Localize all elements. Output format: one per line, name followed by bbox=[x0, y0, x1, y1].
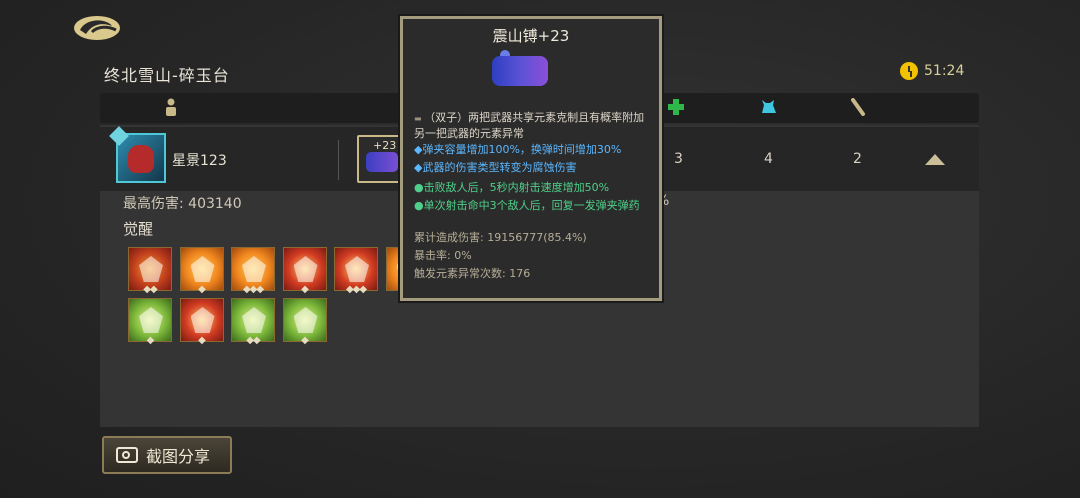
timer-value: 51:24 bbox=[924, 63, 965, 79]
skill-glyph-icon bbox=[190, 256, 215, 282]
skill-glyph-icon bbox=[242, 307, 266, 333]
stage-title: 终北雪山-碎玉台 bbox=[104, 66, 230, 85]
skill-level-diamonds: ◆◆◆ bbox=[345, 284, 367, 295]
skill-level-diamonds: ◆◆◆ bbox=[242, 284, 264, 295]
awaken-skill-icon[interactable]: ◆◆◆ bbox=[231, 247, 275, 295]
player-name: 星景123 bbox=[172, 153, 227, 169]
stat-heal-value: 3 bbox=[674, 151, 683, 167]
skill-level-diamonds: ◆ bbox=[198, 335, 206, 346]
tooltip-line: ●单次射击命中3个敌人后，回复一发弹夹弹药 bbox=[414, 198, 650, 213]
camera-icon bbox=[116, 447, 138, 463]
tooltip-line-text: 累计造成伤害: 19156777(85.4%) bbox=[414, 231, 587, 244]
tooltip-line-text: ●单次射击命中3个敌人后，回复一发弹夹弹药 bbox=[414, 199, 640, 212]
skill-level-diamonds: ◆ bbox=[146, 335, 155, 346]
awaken-skill-icon[interactable]: ◆◆ bbox=[128, 247, 172, 295]
awaken-skill-icon[interactable]: ◆◆ bbox=[231, 298, 275, 346]
awaken-skill-icon[interactable]: ◆ bbox=[282, 298, 327, 346]
skill-glyph-icon bbox=[139, 307, 163, 333]
awaken-skill-icon[interactable]: ◆ bbox=[128, 298, 172, 346]
skill-level-diamonds: ◆◆ bbox=[143, 284, 157, 295]
max-damage: 最高伤害: 403140 bbox=[123, 196, 242, 212]
tooltip-line: 触发元素异常次数: 176 bbox=[414, 266, 650, 281]
tooltip-line-text: ◆武器的伤害类型转变为腐蚀伤害 bbox=[414, 161, 577, 174]
player-icon bbox=[166, 98, 176, 116]
tooltip-line-text: 暴击率: 0% bbox=[414, 249, 472, 262]
skill-level-diamonds: ◆ bbox=[301, 335, 309, 346]
tooltip-line-text: 触发元素异常次数: 176 bbox=[414, 267, 531, 280]
tooltip-title: 震山镈+23 bbox=[492, 27, 570, 45]
bullet-icon: ▬ bbox=[414, 114, 425, 123]
collapse-arrow-icon[interactable] bbox=[925, 154, 945, 165]
tooltip-line: ◆武器的伤害类型转变为腐蚀伤害 bbox=[414, 160, 650, 175]
weapon-level: +23 bbox=[373, 139, 397, 152]
awaken-skill-icon[interactable]: ◆ bbox=[282, 247, 327, 295]
screenshot-share-button[interactable]: 截图分享 bbox=[102, 436, 232, 474]
tooltip-line-text: ◆弹夹容量增加100%，换弹时间增加30% bbox=[414, 143, 622, 156]
tooltip-line: 暴击率: 0% bbox=[414, 248, 650, 263]
weapon-large-icon bbox=[492, 56, 548, 86]
skill-level-diamonds: ◆ bbox=[198, 284, 206, 295]
timer: 51:24 bbox=[900, 62, 964, 80]
tooltip-line-text: ●击败敌人后，5秒内射击速度增加50% bbox=[414, 181, 610, 194]
skill-glyph-icon bbox=[345, 256, 369, 282]
tooltip-line: ●击败敌人后，5秒内射击速度增加50% bbox=[414, 180, 650, 195]
skill-level-diamonds: ◆ bbox=[301, 284, 309, 295]
skill-glyph-icon bbox=[293, 256, 318, 282]
clock-icon bbox=[900, 62, 918, 80]
skill-glyph-icon bbox=[293, 307, 318, 333]
awaken-skill-icon[interactable]: ◆◆◆ bbox=[334, 247, 378, 295]
heal-cross-icon bbox=[668, 99, 684, 115]
pet-icon bbox=[762, 100, 776, 113]
skill-glyph-icon bbox=[242, 256, 266, 282]
stat-bone-value: 2 bbox=[853, 151, 862, 167]
awaken-label: 觉醒 bbox=[123, 220, 154, 238]
tooltip-line-text: （双子）两把武器共享元素克制且有概率附加另一把武器的元素异常 bbox=[414, 111, 645, 140]
back-logo-icon[interactable] bbox=[72, 12, 122, 42]
tooltip-line: ◆弹夹容量增加100%，换弹时间增加30% bbox=[414, 142, 650, 157]
tooltip-line: 累计造成伤害: 19156777(85.4%) bbox=[414, 230, 650, 245]
avatar-character bbox=[128, 145, 154, 173]
weapon-gun-icon bbox=[366, 152, 398, 172]
share-button-label: 截图分享 bbox=[146, 447, 211, 466]
divider bbox=[338, 140, 339, 180]
tooltip-line: ▬ （双子）两把武器共享元素克制且有概率附加另一把武器的元素异常 bbox=[414, 110, 650, 141]
stat-pet-value: 4 bbox=[764, 151, 773, 167]
skill-glyph-icon bbox=[190, 307, 215, 333]
awaken-skill-icon[interactable]: ◆ bbox=[179, 298, 224, 346]
skill-glyph-icon bbox=[139, 256, 163, 282]
awaken-skill-icon[interactable]: ◆ bbox=[179, 247, 224, 295]
bone-icon bbox=[851, 98, 865, 116]
skill-level-diamonds: ◆◆ bbox=[246, 335, 260, 346]
